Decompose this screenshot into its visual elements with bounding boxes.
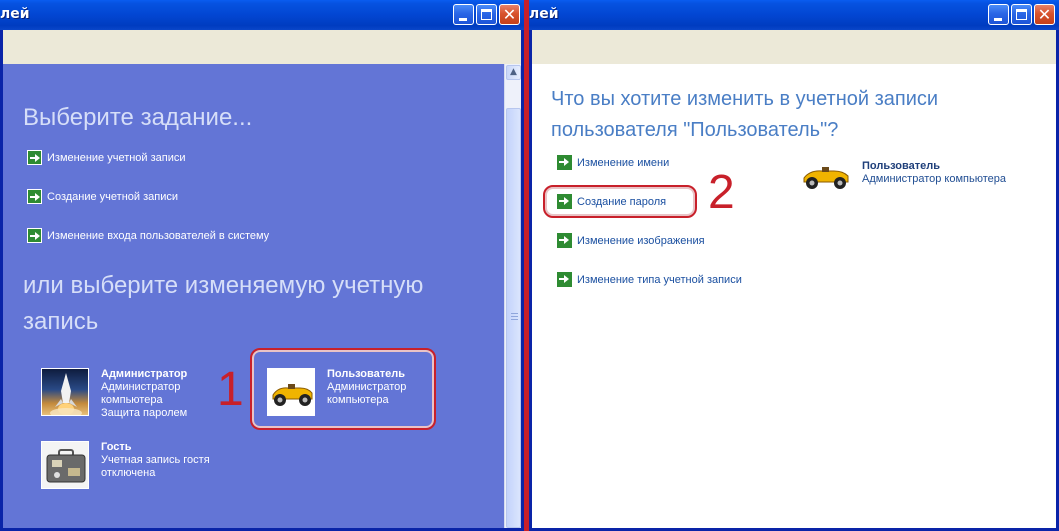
close-button[interactable]: ✕ [1034,4,1055,25]
user-name: Пользователь [862,160,941,172]
task-create-account[interactable]: Создание учетной записи [27,189,178,204]
rocket-launch-icon [41,368,89,416]
tasks-heading: Выберите задание... [23,104,253,131]
race-car-icon [800,160,852,192]
window-controls: ✕ [453,4,520,25]
task-change-logon[interactable]: Изменение входа пользователей в систему [27,228,269,243]
task-change-name[interactable]: Изменение имени [557,155,669,170]
toolbar-area [532,30,1056,64]
options-heading: Что вы хотите изменить в учетной записи … [551,88,939,141]
user-accounts-window-right: лей ✕ Что вы хотите изменить в учетной з… [529,0,1059,531]
accounts-heading: или выберите изменяемую учетную запись [23,272,424,335]
highlight-box-user [250,348,436,430]
close-button[interactable]: ✕ [499,4,520,25]
task-change-account[interactable]: Изменение учетной записи [27,150,186,165]
maximize-button[interactable] [476,4,497,25]
account-guest[interactable]: Гость Учетная запись гостя отключена [41,441,210,489]
account-type-2: компьютера [101,394,163,406]
step-number-2: 2 [708,166,735,219]
green-arrow-icon [557,155,572,170]
title-bar[interactable]: лей ✕ [0,0,524,30]
account-administrator[interactable]: Администратор Администратор компьютера З… [41,368,187,420]
green-arrow-icon [557,272,572,287]
grip-line [511,319,518,320]
minimize-icon [459,18,467,21]
window-controls: ✕ [988,4,1055,25]
task-label: Создание учетной записи [47,190,178,203]
green-arrow-icon [557,233,572,248]
suitcase-icon [41,441,89,489]
user-accounts-window-left: лей ✕ Выберите задание... Изменение учет… [0,0,524,531]
scroll-up-arrow-icon[interactable]: ▲ [506,65,521,80]
green-arrow-icon [27,228,42,243]
task-label: Изменение имени [577,156,670,169]
account-status-2: отключена [101,467,156,479]
window-title: лей [529,6,559,22]
green-arrow-icon [27,150,42,165]
user-info: Пользователь Администратор компьютера [862,160,1006,186]
user-role: Администратор компьютера [862,173,1006,185]
account-name: Администратор [101,368,188,380]
title-bar[interactable]: лей ✕ [529,0,1059,30]
highlight-box-create-password [543,185,697,218]
task-panel: Выберите задание... Изменение учетной за… [3,64,504,528]
toolbar-area [3,30,521,64]
scroll-thumb[interactable] [506,108,521,528]
account-password-status: Защита паролем [101,407,188,419]
green-arrow-icon [27,189,42,204]
maximize-icon [481,9,492,20]
account-name: Гость [101,441,132,453]
account-options-panel: Что вы хотите изменить в учетной записи … [532,64,1056,528]
maximize-icon [1016,9,1027,20]
grip-line [511,313,518,314]
minimize-button[interactable] [453,4,474,25]
selected-user-card: Пользователь Администратор компьютера [800,160,1006,192]
account-info: Гость Учетная запись гостя отключена [101,441,210,489]
task-label: Изменение типа учетной записи [577,273,742,286]
task-label: Изменение учетной записи [47,151,186,164]
task-change-picture[interactable]: Изменение изображения [557,233,705,248]
task-label: Изменение изображения [577,234,705,247]
account-status: Учетная запись гостя [101,454,210,466]
screenshot-composite: лей ✕ Выберите задание... Изменение учет… [0,0,1059,531]
maximize-button[interactable] [1011,4,1032,25]
grip-line [511,316,518,317]
minimize-icon [994,18,1002,21]
account-info: Администратор Администратор компьютера З… [101,368,187,420]
window-title: лей [0,6,30,22]
close-icon: ✕ [1037,5,1052,24]
task-change-account-type[interactable]: Изменение типа учетной записи [557,272,742,287]
account-type: Администратор [101,381,181,393]
close-icon: ✕ [502,5,517,24]
task-label: Изменение входа пользователей в систему [47,229,270,242]
vertical-scrollbar[interactable]: ▲ [504,64,521,528]
step-number-1: 1 [217,363,244,416]
minimize-button[interactable] [988,4,1009,25]
